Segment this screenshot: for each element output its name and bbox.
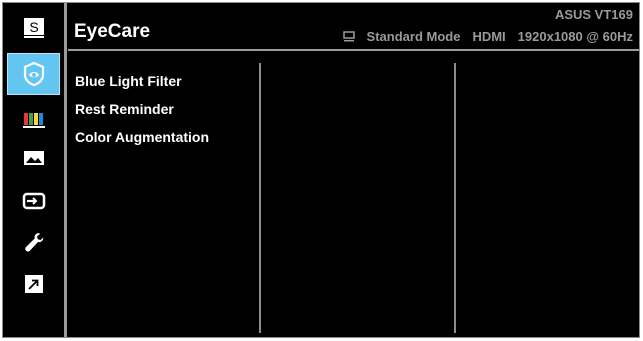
page-title: EyeCare — [74, 21, 151, 42]
wrench-icon — [24, 233, 43, 252]
sidebar: S — [3, 3, 64, 337]
header-divider — [68, 49, 639, 51]
monitor-icon — [342, 31, 355, 42]
column-divider-1 — [259, 63, 261, 333]
monitor-model: ASUS VT169 — [554, 7, 633, 22]
eyecare-icon — [23, 61, 44, 87]
column-divider-2 — [454, 63, 456, 333]
input-source-status: HDMI — [472, 29, 506, 44]
header: EyeCare ASUS VT169 Standard Mode HDMI 19… — [68, 3, 639, 51]
sidebar-item-image[interactable] — [7, 139, 60, 177]
sidebar-item-splendid[interactable]: S — [7, 9, 60, 47]
sidebar-item-color[interactable] — [7, 101, 60, 139]
resolution-status: 1920x1080 @ 60Hz — [517, 29, 633, 44]
shortcut-arrow-icon — [24, 275, 43, 293]
status-bar: Standard Mode HDMI 1920x1080 @ 60Hz — [342, 29, 633, 44]
image-icon — [23, 151, 44, 165]
svg-text:S: S — [29, 19, 38, 35]
osd-menu-window: S EyeCare ASUS VT169 Standard Mode HDMI … — [2, 2, 640, 338]
sidebar-item-system-setup[interactable] — [7, 223, 60, 261]
splendid-mode-status: Standard Mode — [366, 29, 461, 44]
menu-item-rest-reminder[interactable]: Rest Reminder — [75, 99, 209, 127]
sidebar-item-input-select[interactable] — [7, 182, 60, 220]
color-bars-icon — [22, 113, 45, 128]
splendid-s-icon: S — [23, 18, 44, 38]
sidebar-item-shortcut[interactable] — [7, 265, 60, 303]
menu-item-blue-light-filter[interactable]: Blue Light Filter — [75, 71, 209, 99]
sidebar-divider — [64, 3, 67, 337]
menu-item-color-augmentation[interactable]: Color Augmentation — [75, 127, 209, 155]
input-select-icon — [22, 192, 45, 210]
sidebar-item-eyecare[interactable] — [7, 53, 60, 95]
eyecare-menu-list: Blue Light Filter Rest Reminder Color Au… — [75, 71, 209, 155]
